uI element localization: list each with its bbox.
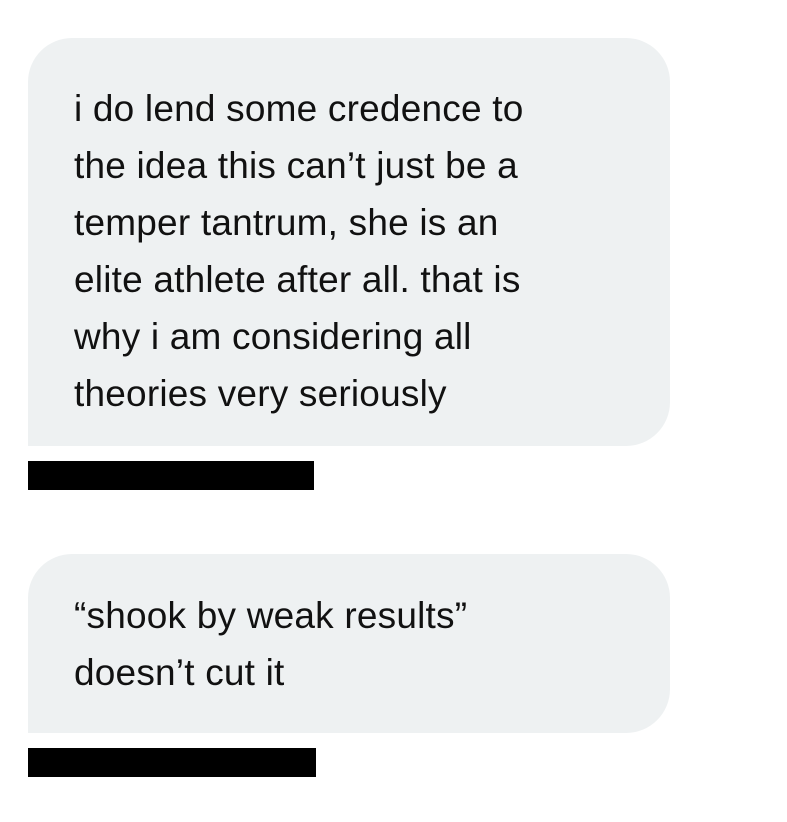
message-text-line: elite athlete after all. that is <box>74 259 521 300</box>
message-text-line: the idea this can’t just be a <box>74 145 518 186</box>
message-bubble[interactable]: “shook by weak results” doesn’t cut it <box>28 554 670 733</box>
message-text-line: doesn’t cut it <box>74 652 285 693</box>
message-text-line: temper tantrum, she is an <box>74 202 499 243</box>
message-text-line: theories very seriously <box>74 373 447 414</box>
message-text-line: i do lend some credence to <box>74 88 524 129</box>
message-text-line: “shook by weak results” <box>74 595 468 636</box>
message-bubble[interactable]: i do lend some credence to the idea this… <box>28 38 670 446</box>
message-text-line: why i am considering all <box>74 316 472 357</box>
redacted-sender-bar <box>28 461 314 490</box>
redacted-sender-bar <box>28 748 316 777</box>
